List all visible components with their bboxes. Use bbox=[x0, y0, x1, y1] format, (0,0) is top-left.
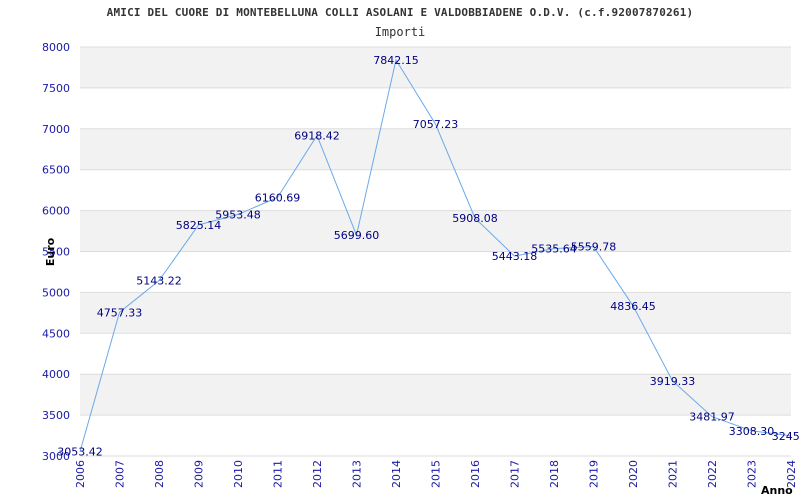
y-tick-label: 4500 bbox=[42, 327, 70, 340]
x-tick-label: 2009 bbox=[193, 460, 206, 488]
y-tick-label: 6500 bbox=[42, 164, 70, 177]
x-tick-label: 2007 bbox=[114, 460, 127, 488]
x-tick-label: 2011 bbox=[272, 460, 285, 488]
x-tick-label: 2012 bbox=[311, 460, 324, 488]
x-tick-label: 2023 bbox=[746, 460, 759, 488]
x-tick-label: 2014 bbox=[390, 460, 403, 488]
data-label: 3308.30 bbox=[729, 425, 775, 438]
x-tick-label: 2022 bbox=[706, 460, 719, 488]
data-label: 6918.42 bbox=[294, 129, 340, 142]
line-chart: 3000350040004500500055006000650070007500… bbox=[42, 41, 800, 497]
x-tick-label: 2006 bbox=[74, 460, 87, 488]
x-tick-label: 2013 bbox=[351, 460, 364, 488]
data-label: 7057.23 bbox=[413, 118, 459, 131]
x-tick-label: 2016 bbox=[469, 460, 482, 488]
background-band bbox=[80, 292, 791, 334]
data-label: 5559.78 bbox=[571, 241, 617, 254]
data-label: 4836.45 bbox=[610, 300, 656, 313]
data-label: 5143.22 bbox=[136, 275, 182, 288]
background-band bbox=[80, 47, 791, 88]
data-label: 6160.69 bbox=[255, 191, 301, 204]
x-tick-label: 2020 bbox=[627, 460, 640, 488]
data-label: 3245.5 bbox=[772, 430, 800, 443]
data-label: 5908.08 bbox=[452, 212, 498, 225]
y-tick-label: 4000 bbox=[42, 368, 70, 381]
y-tick-label: 6000 bbox=[42, 205, 70, 218]
data-label: 3053.42 bbox=[57, 446, 103, 459]
x-tick-label: 2018 bbox=[548, 460, 561, 488]
x-tick-label: 2015 bbox=[430, 460, 443, 488]
x-tick-label: 2021 bbox=[667, 460, 680, 488]
background-band bbox=[80, 128, 791, 170]
x-tick-label: 2019 bbox=[588, 460, 601, 488]
x-tick-label: 2008 bbox=[153, 460, 166, 488]
y-tick-label: 7000 bbox=[42, 123, 70, 136]
y-tick-label: 7500 bbox=[42, 82, 70, 95]
x-axis-title: Anno bbox=[761, 484, 793, 497]
y-tick-label: 8000 bbox=[42, 41, 70, 54]
data-label: 5953.48 bbox=[215, 208, 261, 221]
data-label: 5699.60 bbox=[334, 229, 380, 242]
data-label: 3919.33 bbox=[650, 375, 696, 388]
x-tick-label: 2010 bbox=[232, 460, 245, 488]
y-axis-title: Euro bbox=[44, 237, 57, 266]
y-tick-label: 3500 bbox=[42, 409, 70, 422]
data-label: 7842.15 bbox=[373, 54, 419, 67]
y-tick-label: 5000 bbox=[42, 286, 70, 299]
data-label: 3481.97 bbox=[689, 411, 735, 424]
x-axis-ticks: 2006 2007 2008 2009 2010 2011 2012 2013 2014 2015… bbox=[74, 460, 798, 488]
data-label: 4757.33 bbox=[97, 306, 143, 319]
x-tick-label: 2017 bbox=[509, 460, 522, 488]
